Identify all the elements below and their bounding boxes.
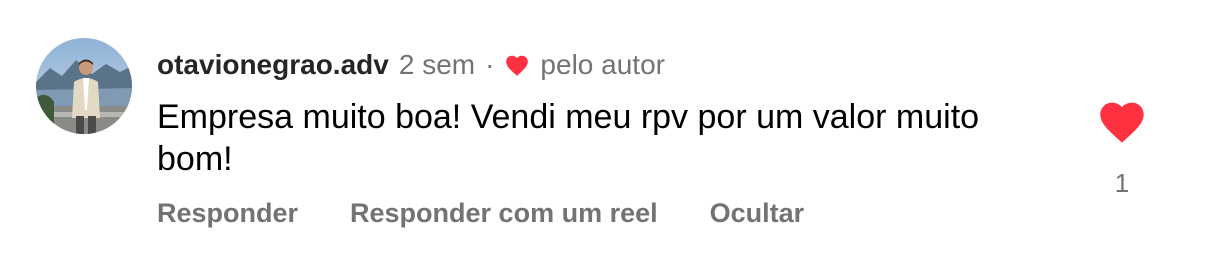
heart-icon <box>504 53 530 77</box>
separator-dot: · <box>485 49 495 80</box>
comment-header: otavionegrao.adv 2 sem · pelo autor <box>157 46 665 84</box>
heart-icon <box>1100 102 1144 143</box>
reply-button[interactable]: Responder <box>157 198 298 229</box>
reply-with-reel-button[interactable]: Responder com um reel <box>350 198 658 229</box>
username[interactable]: otavionegrao.adv <box>157 49 389 81</box>
comment-actions: Responder Responder com um reel Ocultar <box>157 194 804 232</box>
profile-photo <box>36 38 132 134</box>
like-count: 1 <box>1114 168 1130 198</box>
hide-button[interactable]: Ocultar <box>710 198 805 229</box>
comment-time: 2 sem <box>398 49 476 80</box>
avatar[interactable] <box>36 38 132 134</box>
liked-by-author-label: pelo autor <box>540 49 665 80</box>
comment: otavionegrao.adv 2 sem · pelo autor Empr… <box>0 0 1206 256</box>
comment-text: Empresa muito boa! Vendi meu rpv por um … <box>157 98 980 178</box>
like-button[interactable] <box>1096 97 1148 145</box>
